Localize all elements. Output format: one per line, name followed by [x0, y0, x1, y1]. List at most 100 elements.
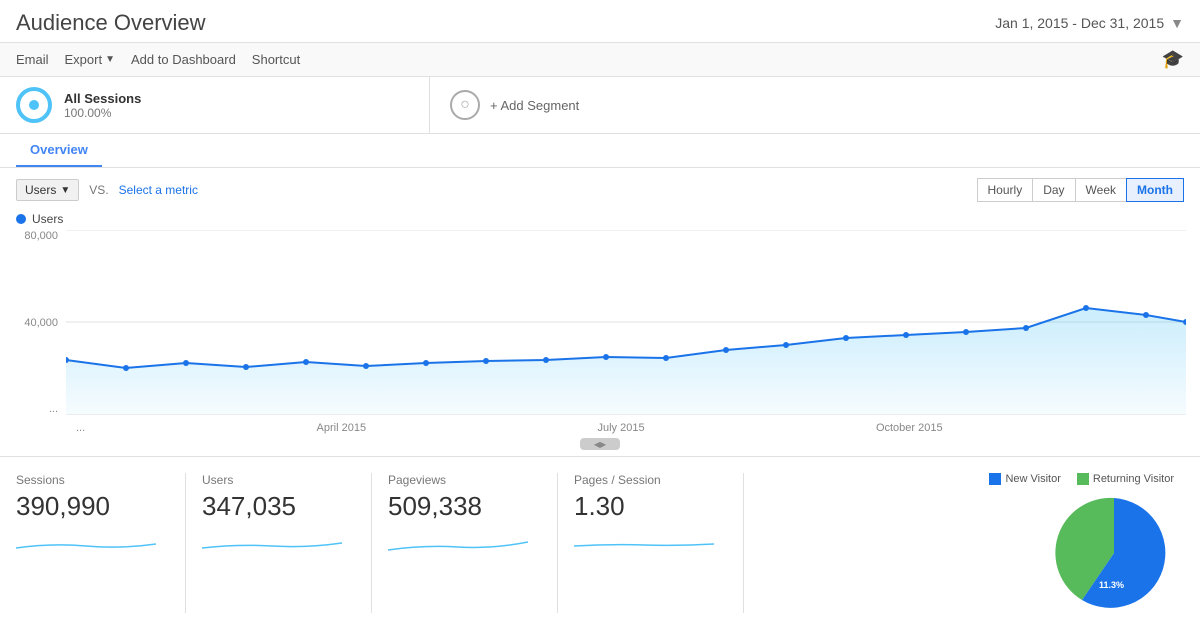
chart-dot	[903, 332, 909, 338]
vs-label: VS.	[89, 183, 108, 197]
chart-dot	[483, 358, 489, 364]
pie-legend-returning: Returning Visitor	[1077, 473, 1174, 485]
toolbar: Email Export ▼ Add to Dashboard Shortcut…	[0, 43, 1200, 77]
stat-value-sessions: 390,990	[16, 491, 169, 522]
segment-circle-inner	[29, 100, 39, 110]
chart-dot	[1143, 312, 1149, 318]
stat-label-pages-session: Pages / Session	[574, 473, 727, 487]
stats-section: Sessions 390,990 Users 347,035 Pageviews…	[0, 456, 1200, 629]
legend-label: Users	[32, 212, 63, 226]
chart-dot	[1083, 305, 1089, 311]
chart-dot	[963, 329, 969, 335]
y-label-bottom: ...	[49, 403, 58, 415]
stat-label-sessions: Sessions	[16, 473, 169, 487]
chart-dot	[363, 363, 369, 369]
stat-value-pages-session: 1.30	[574, 491, 727, 522]
pie-color-new	[989, 473, 1001, 485]
stat-mini-chart-pageviews	[388, 528, 541, 558]
x-axis: ... April 2015 July 2015 October 2015	[66, 418, 1184, 438]
pie-legend: New Visitor Returning Visitor	[989, 473, 1174, 485]
segment-circle	[16, 87, 52, 123]
stat-mini-chart-pages-session	[574, 528, 727, 558]
chart-area	[66, 308, 1186, 415]
stat-label-users: Users	[202, 473, 355, 487]
x-label-july: July 2015	[597, 422, 644, 434]
time-buttons: Hourly Day Week Month	[978, 178, 1184, 202]
chart-dot	[123, 365, 129, 371]
segment-bar: All Sessions 100.00% ○ + Add Segment	[0, 77, 1200, 134]
pie-chart-svg: 11.3%	[1054, 493, 1174, 613]
stat-value-users: 347,035	[202, 491, 355, 522]
chart-dot	[543, 357, 549, 363]
cap-icon[interactable]: 🎓	[1162, 49, 1184, 69]
pie-pct-label: 11.3%	[1099, 580, 1124, 590]
tab-bar: Overview	[0, 134, 1200, 168]
legend-dot	[16, 214, 26, 224]
scroll-right-arrow: ▶	[600, 440, 606, 449]
chart-dot	[423, 360, 429, 366]
chart-controls: Users ▼ VS. Select a metric Hourly Day W…	[16, 178, 1184, 202]
metric-select[interactable]: Users ▼	[16, 179, 79, 201]
pie-legend-new: New Visitor	[989, 473, 1060, 485]
x-label-october: October 2015	[876, 422, 943, 434]
add-to-dashboard-button[interactable]: Add to Dashboard	[131, 52, 236, 67]
scroll-indicator[interactable]: ◀ ▶	[16, 438, 1184, 450]
segment-label: All Sessions	[64, 91, 141, 106]
y-label-top: 80,000	[24, 230, 58, 242]
chart-dot	[603, 354, 609, 360]
page-header: Audience Overview Jan 1, 2015 - Dec 31, …	[0, 0, 1200, 43]
stat-block-pageviews: Pageviews 509,338	[388, 473, 558, 613]
date-range-arrow: ▼	[1170, 15, 1184, 31]
segment-pct: 100.00%	[64, 106, 141, 120]
chart-dot	[843, 335, 849, 341]
stat-block-pages-session: Pages / Session 1.30	[574, 473, 744, 613]
select-metric-link[interactable]: Select a metric	[119, 183, 198, 197]
stat-label-pageviews: Pageviews	[388, 473, 541, 487]
chart-dot	[783, 342, 789, 348]
export-button[interactable]: Export ▼	[65, 52, 115, 67]
scroll-handle[interactable]: ◀ ▶	[580, 438, 620, 450]
metric-caret: ▼	[60, 185, 70, 196]
pie-label-returning: Returning Visitor	[1093, 473, 1174, 485]
chart-dot	[303, 359, 309, 365]
add-segment-circle: ○	[450, 90, 480, 120]
time-btn-hourly[interactable]: Hourly	[977, 178, 1034, 202]
stat-block-users: Users 347,035	[202, 473, 372, 613]
add-segment-label: + Add Segment	[490, 98, 579, 113]
chart-dot	[723, 347, 729, 353]
y-label-mid: 40,000	[24, 317, 58, 329]
x-label-april: April 2015	[317, 422, 367, 434]
stat-mini-chart-sessions	[16, 528, 169, 558]
time-btn-day[interactable]: Day	[1032, 178, 1075, 202]
tab-overview[interactable]: Overview	[16, 134, 102, 167]
time-btn-month[interactable]: Month	[1126, 178, 1184, 202]
x-label-start: ...	[76, 422, 85, 434]
date-range[interactable]: Jan 1, 2015 - Dec 31, 2015 ▼	[995, 15, 1184, 31]
segment-info: All Sessions 100.00%	[64, 91, 141, 120]
chart-dot	[243, 364, 249, 370]
stat-mini-chart-users	[202, 528, 355, 558]
stat-value-pageviews: 509,338	[388, 491, 541, 522]
stat-block-sessions: Sessions 390,990	[16, 473, 186, 613]
pie-color-returning	[1077, 473, 1089, 485]
metric-label: Users	[25, 183, 56, 197]
chart-svg-container	[66, 230, 1184, 418]
time-btn-week[interactable]: Week	[1075, 178, 1127, 202]
chart-legend: Users	[16, 212, 1184, 226]
toolbar-right: 🎓	[1162, 49, 1184, 70]
main-chart-svg	[66, 230, 1186, 415]
export-caret: ▼	[105, 54, 115, 65]
chart-dot	[1023, 325, 1029, 331]
chart-dot	[663, 355, 669, 361]
date-range-text: Jan 1, 2015 - Dec 31, 2015	[995, 15, 1164, 31]
chart-section: Users ▼ VS. Select a metric Hourly Day W…	[0, 168, 1200, 450]
chart-wrapper: 80,000 40,000 ...	[16, 230, 1184, 418]
chart-dot	[183, 360, 189, 366]
email-button[interactable]: Email	[16, 52, 49, 67]
pie-section: New Visitor Returning Visitor 11.3%	[989, 473, 1184, 613]
all-sessions-segment[interactable]: All Sessions 100.00%	[0, 77, 430, 133]
add-segment[interactable]: ○ + Add Segment	[430, 77, 1200, 133]
page-title: Audience Overview	[16, 10, 206, 36]
pie-label-new: New Visitor	[1005, 473, 1060, 485]
shortcut-button[interactable]: Shortcut	[252, 52, 300, 67]
